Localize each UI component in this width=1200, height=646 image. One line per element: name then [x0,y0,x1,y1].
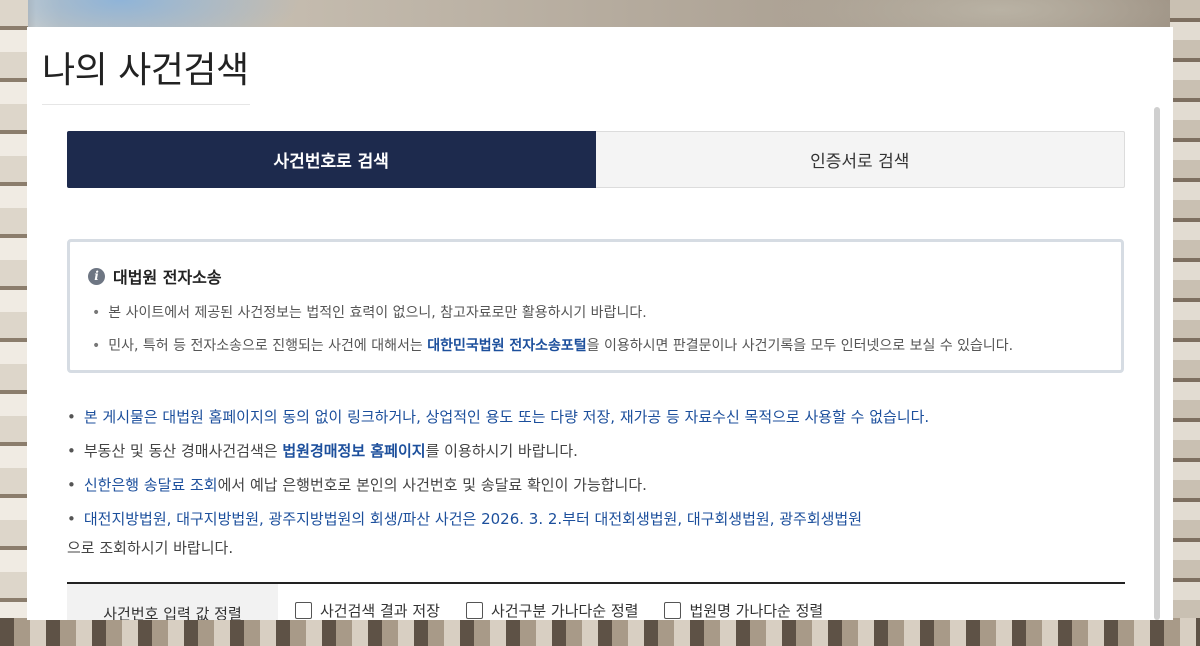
bullet-icon: • [67,408,76,426]
ecourt-portal-link[interactable]: 대한민국법원 전자소송포털 [427,338,586,354]
tab-certificate-search[interactable]: 인증서로 검색 [595,131,1125,188]
bullet-icon: • [92,305,101,321]
info-line-4: • 대전지방법원, 대구지방법원, 광주지방법원의 회생/파산 사건은 2026.… [67,508,862,529]
sort-options: 사건검색 결과 저장 사건구분 가나다순 정렬 법원명 가나다순 정렬 [295,600,823,620]
notice-line-1: • 본 사이트에서 제공된 사건정보는 법적인 효력이 없으니, 참고자료로만 활… [92,302,647,322]
scrollbar[interactable] [1154,107,1160,620]
main-panel: 나의 사건검색 사건번호로 검색 인증서로 검색 i 대법원 전자소송 • 본 사… [27,27,1173,620]
info-line-3-text: 에서 예납 은행번호로 본인의 사건번호 및 송달료 확인이 가능합니다. [217,476,647,494]
info-line-2: • 부동산 및 동산 경매사건검색은 법원경매정보 홈페이지를 이용하시기 바랍니… [67,440,578,461]
info-line-2-text: 부동산 및 동산 경매사건검색은 [83,442,283,460]
notice-heading: i 대법원 전자소송 [88,264,222,288]
info-line-1-text: 본 게시물은 대법원 홈페이지의 동의 없이 링크하거나, 상업적인 용도 또는… [83,408,930,426]
bullet-icon: • [67,476,76,494]
notice-line-2-text: 민사, 특허 등 전자소송으로 진행되는 사건에 대해서는 [108,338,428,354]
tab-case-number-search[interactable]: 사건번호로 검색 [67,131,596,188]
notice-line-2: • 민사, 특허 등 전자소송으로 진행되는 사건에 대해서는 대한민국법원 전자… [92,335,1013,355]
bullet-icon: • [67,510,76,528]
sort-options-row: 사건번호 입력 값 정렬 사건검색 결과 저장 사건구분 가나다순 정렬 법원명… [67,582,1125,620]
notice-heading-text: 대법원 전자소송 [113,268,222,287]
search-tabs: 사건번호로 검색 인증서로 검색 [67,131,1125,188]
background-column-left [0,0,28,646]
info-icon: i [88,267,105,285]
info-line-4-text: 대전지방법원, 대구지방법원, 광주지방법원의 회생/파산 사건은 2026. … [83,510,863,528]
case-type-sort-option[interactable]: 사건구분 가나다순 정렬 [465,600,639,620]
info-line-1: • 본 게시물은 대법원 홈페이지의 동의 없이 링크하거나, 상업적인 용도 또… [67,406,929,427]
court-name-sort-option[interactable]: 법원명 가나다순 정렬 [664,600,823,620]
checkbox[interactable] [664,602,682,619]
checkbox[interactable] [295,602,312,619]
save-result-option[interactable]: 사건검색 결과 저장 [295,600,440,620]
notice-box: i 대법원 전자소송 • 본 사이트에서 제공된 사건정보는 법적인 효력이 없으… [67,239,1124,373]
bullet-icon: • [67,442,76,460]
notice-line-1-text: 본 사이트에서 제공된 사건정보는 법적인 효력이 없으니, 참고자료로만 활용… [108,305,647,321]
info-line-3: • 신한은행 송달료 조회에서 예납 은행번호로 본인의 사건번호 및 송달료 확… [67,474,647,495]
court-name-sort-label: 법원명 가나다순 정렬 [689,602,824,620]
case-type-sort-label: 사건구분 가나다순 정렬 [490,602,639,620]
notice-line-2-suffix: 을 이용하시면 판결문이나 사건기록을 모두 인터넷으로 보실 수 있습니다. [586,338,1014,354]
sort-label: 사건번호 입력 값 정렬 [67,584,278,620]
info-line-2-suffix: 를 이용하시기 바랍니다. [425,442,578,460]
page-title: 나의 사건검색 [42,50,249,91]
title-divider [42,104,250,105]
info-line-4-continued: 으로 조회하시기 바랍니다. [67,539,234,557]
save-result-label: 사건검색 결과 저장 [320,602,440,620]
bullet-icon: • [92,338,101,354]
background-column-right [1170,0,1200,646]
background-floor [0,618,1200,646]
checkbox[interactable] [465,602,483,619]
shinhan-fee-link[interactable]: 신한은행 송달료 조회 [84,476,218,494]
auction-info-link[interactable]: 법원경매정보 홈페이지 [282,442,425,460]
